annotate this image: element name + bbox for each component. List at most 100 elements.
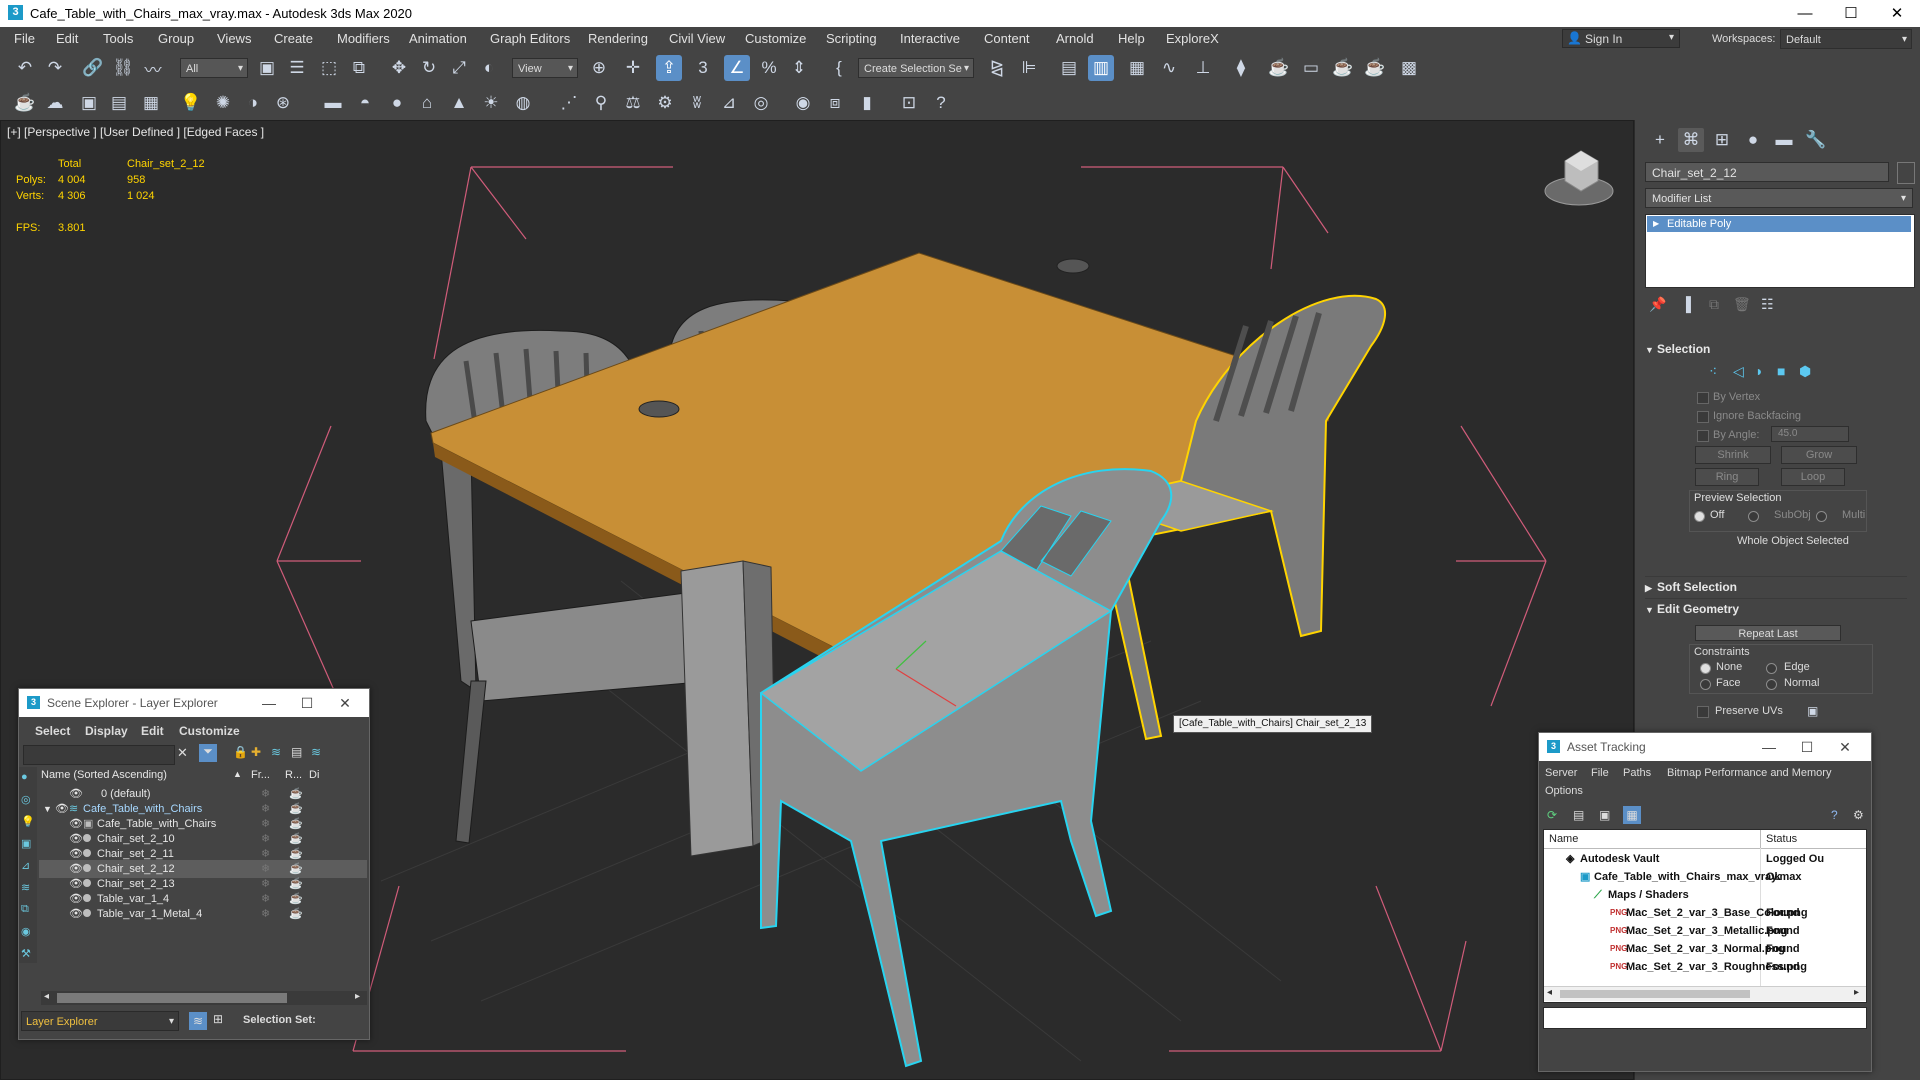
- constraint-none-radio[interactable]: [1700, 663, 1711, 674]
- sort-ascending-icon[interactable]: ▲: [233, 769, 242, 779]
- select-by-name-icon[interactable]: ☰: [284, 55, 310, 81]
- preview-off-radio[interactable]: [1694, 511, 1705, 522]
- asset-row[interactable]: PNG Mac_Set_2_var_3_Normal.png Found: [1544, 940, 1866, 958]
- display-lights-icon[interactable]: 💡: [21, 815, 35, 828]
- render-production-icon[interactable]: ☕: [1330, 55, 1356, 81]
- mirror-icon[interactable]: ⧎: [984, 55, 1010, 81]
- edit-geometry-rollout-header[interactable]: ▼ Edit Geometry: [1645, 598, 1907, 619]
- render-elements-icon[interactable]: ▦: [138, 90, 164, 116]
- ref-coord-dropdown[interactable]: View: [512, 58, 578, 79]
- shrink-button[interactable]: Shrink: [1695, 446, 1771, 464]
- rect-selection-region-icon[interactable]: ⬚: [316, 55, 342, 81]
- motion-tab-icon[interactable]: ●: [1740, 128, 1766, 152]
- physical-camera-icon[interactable]: ▮: [854, 90, 880, 116]
- object-properties-icon[interactable]: ⚲: [588, 90, 614, 116]
- visibility-eye-icon[interactable]: 👁: [69, 905, 83, 923]
- clear-search-icon[interactable]: ✕: [177, 745, 188, 761]
- asset-tracking-close[interactable]: ✕: [1827, 733, 1863, 761]
- unlink-icon[interactable]: ⛓: [110, 55, 136, 81]
- menu-edit[interactable]: Edit: [56, 31, 78, 46]
- display-spacewarps-icon[interactable]: ≋: [21, 881, 30, 894]
- help-icon[interactable]: ?: [1831, 808, 1838, 822]
- teapot-icon[interactable]: ☕: [12, 90, 38, 116]
- configure-modifier-sets-icon[interactable]: ☷: [1761, 296, 1774, 313]
- menu-modifiers[interactable]: Modifiers: [337, 31, 390, 46]
- hierarchy-mode-icon[interactable]: ⊞: [213, 1012, 223, 1026]
- sun-icon[interactable]: ☀: [478, 90, 504, 116]
- layers-icon[interactable]: ≋: [271, 745, 281, 759]
- freeze-icon[interactable]: ❄: [261, 905, 270, 923]
- bind-space-warp-icon[interactable]: 〰: [140, 55, 166, 81]
- preserve-uvs-checkbox[interactable]: [1697, 706, 1709, 718]
- select-manipulate-icon[interactable]: ✛: [620, 55, 646, 81]
- ring-button[interactable]: Ring: [1695, 468, 1759, 486]
- expand-icon[interactable]: ▶: [1653, 216, 1659, 232]
- at-menu-bitmap-performance[interactable]: Bitmap Performance and Memory: [1667, 767, 1831, 779]
- tree-row[interactable]: 👁 Table_var_1_Metal_4 ❄ ☕: [39, 905, 367, 923]
- lock-icon[interactable]: 🔒: [233, 745, 248, 759]
- layer-mode-icon[interactable]: ≋: [189, 1012, 207, 1030]
- spinner-snap-icon[interactable]: ⇕: [786, 55, 812, 81]
- asset-row[interactable]: ▣ Cafe_Table_with_Chairs_max_vray.max Ok: [1544, 868, 1866, 886]
- menu-customize[interactable]: Customize: [745, 31, 806, 46]
- undo-icon[interactable]: ↶: [12, 55, 38, 81]
- grow-button[interactable]: Grow: [1781, 446, 1857, 464]
- menu-group[interactable]: Group: [158, 31, 194, 46]
- se-menu-display[interactable]: Display: [85, 724, 128, 738]
- se-menu-select[interactable]: Select: [35, 724, 70, 738]
- percent-snap-icon[interactable]: %: [756, 55, 782, 81]
- redo-icon[interactable]: ↷: [42, 55, 68, 81]
- schematic-view-icon[interactable]: ⊥: [1190, 55, 1216, 81]
- toggle-layer-explorer-icon[interactable]: ▥: [1088, 55, 1114, 81]
- asset-row[interactable]: PNG Mac_Set_2_var_3_Roughness.png Found: [1544, 958, 1866, 976]
- toggle-scene-explorer-icon[interactable]: ▤: [1056, 55, 1082, 81]
- by-angle-checkbox[interactable]: [1697, 430, 1709, 442]
- scroll-right-icon[interactable]: ▸: [355, 991, 360, 1002]
- column-freeze-header[interactable]: Fr...: [251, 769, 270, 781]
- angle-snap-icon[interactable]: ∠: [724, 55, 750, 81]
- display-geometry-icon[interactable]: ●: [21, 771, 28, 783]
- preserve-uvs-settings-icon[interactable]: ▣: [1807, 704, 1818, 718]
- preview-subobj-radio[interactable]: [1748, 511, 1759, 522]
- selection-set-dropdown[interactable]: Create Selection Se: [858, 58, 974, 79]
- proxy-icon[interactable]: ⋰: [556, 90, 582, 116]
- display-cameras-icon[interactable]: ▣: [21, 837, 31, 850]
- column-name-header[interactable]: Name: [1549, 830, 1578, 848]
- render-activeshade-icon[interactable]: ☕: [1362, 55, 1388, 81]
- move-icon[interactable]: ✥: [386, 55, 412, 81]
- menu-interactive[interactable]: Interactive: [900, 31, 960, 46]
- display-bones-icon[interactable]: ⚒: [21, 947, 31, 960]
- menu-views[interactable]: Views: [217, 31, 251, 46]
- refresh-icon[interactable]: ⟳: [1547, 808, 1557, 822]
- by-vertex-checkbox[interactable]: [1697, 392, 1709, 404]
- border-icon[interactable]: ◗: [1755, 363, 1763, 379]
- ignore-backfacing-checkbox[interactable]: [1697, 411, 1709, 423]
- mesh-light-icon[interactable]: ⌂: [414, 90, 440, 116]
- link-icon[interactable]: 🔗: [80, 55, 106, 81]
- scene-explorer-minimize[interactable]: —: [251, 689, 287, 717]
- selection-filter-dropdown[interactable]: All: [180, 58, 248, 79]
- object-color-swatch[interactable]: [1897, 162, 1915, 184]
- at-menu-options[interactable]: Options: [1545, 785, 1583, 797]
- fur-preview-icon[interactable]: ʬ: [684, 90, 710, 116]
- create-tab-icon[interactable]: +: [1647, 128, 1673, 152]
- add-layer-icon[interactable]: ✚: [251, 745, 261, 759]
- scene-explorer-close[interactable]: ✕: [327, 689, 363, 717]
- menu-tools[interactable]: Tools: [103, 31, 133, 46]
- asset-path-field[interactable]: [1543, 1007, 1867, 1029]
- make-unique-icon[interactable]: ⧉: [1709, 296, 1719, 313]
- menu-scripting[interactable]: Scripting: [826, 31, 877, 46]
- column-render-header[interactable]: R...: [285, 769, 302, 781]
- scene-explorer-maximize[interactable]: ☐: [289, 689, 325, 717]
- dome-icon[interactable]: ⊛: [270, 90, 296, 116]
- modify-tab-icon[interactable]: ⌘: [1678, 128, 1704, 152]
- sign-in-dropdown[interactable]: 👤 Sign In ▾: [1562, 29, 1680, 48]
- constraint-face-radio[interactable]: [1700, 679, 1711, 690]
- vrscans-icon[interactable]: ◎: [748, 90, 774, 116]
- display-helpers-icon[interactable]: ⊿: [21, 859, 30, 872]
- align-icon[interactable]: ⊫: [1016, 55, 1042, 81]
- asset-tracking-titlebar[interactable]: 3 Asset Tracking — ☐ ✕: [1539, 733, 1871, 761]
- workspace-dropdown[interactable]: Default: [1780, 29, 1912, 50]
- display-groups-icon[interactable]: ⧉: [21, 903, 29, 916]
- menu-file[interactable]: File: [14, 31, 35, 46]
